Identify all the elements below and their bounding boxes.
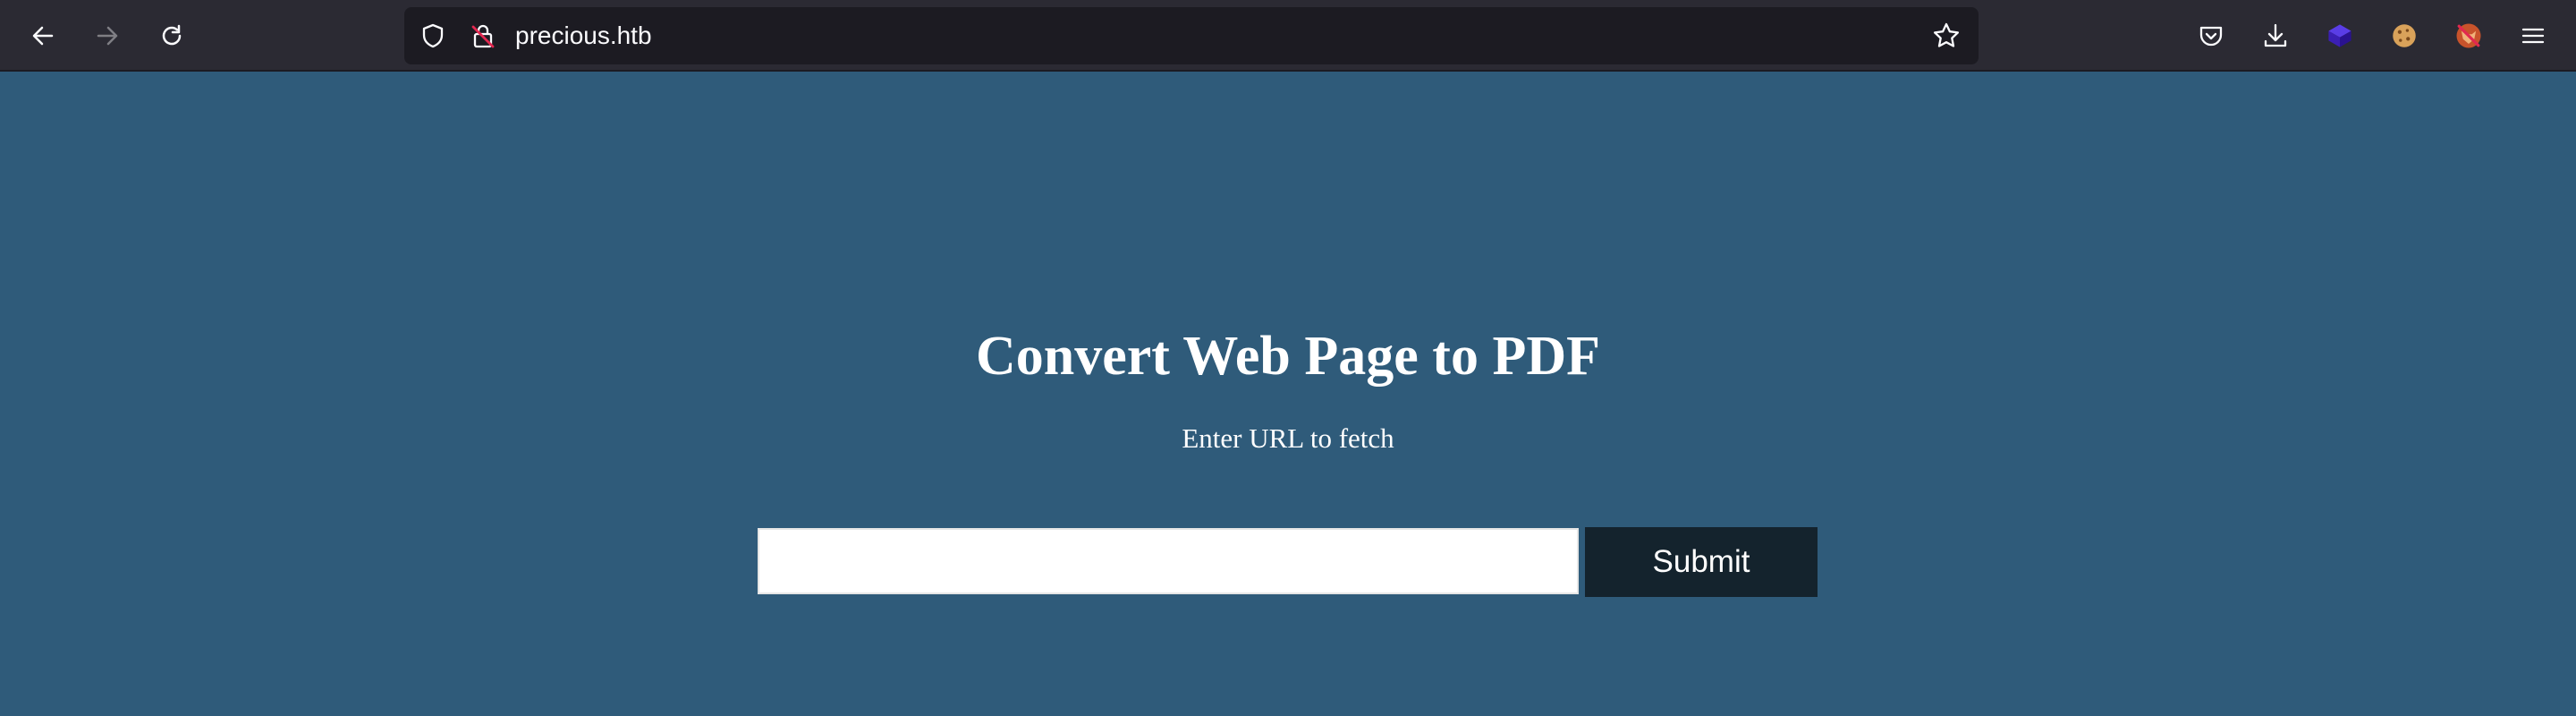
back-button[interactable] — [21, 14, 64, 57]
insecure-lock-icon[interactable] — [467, 20, 499, 52]
purple-cube-extension-icon[interactable] — [2322, 18, 2358, 54]
star-icon[interactable] — [1930, 20, 1962, 52]
page-subtitle: Enter URL to fetch — [1182, 422, 1394, 454]
page-title: Convert Web Page to PDF — [976, 326, 1600, 387]
pocket-icon — [2199, 26, 2223, 47]
fox-extension-icon[interactable] — [2451, 18, 2487, 54]
downloads-button[interactable] — [2254, 14, 2297, 57]
shield-icon[interactable] — [417, 20, 449, 52]
address-bar[interactable]: precious.htb — [404, 7, 1979, 64]
url-input[interactable] — [758, 528, 1579, 594]
url-text[interactable]: precious.htb — [515, 7, 652, 64]
pocket-button[interactable] — [2190, 14, 2233, 57]
page-content: Convert Web Page to PDF Enter URL to fet… — [0, 72, 2576, 716]
forward-arrow-icon — [97, 26, 118, 46]
back-arrow-icon — [32, 26, 54, 46]
forward-button[interactable] — [86, 14, 129, 57]
download-icon — [2264, 23, 2287, 47]
reload-icon — [162, 24, 182, 46]
browser-toolbar: precious.htb — [0, 0, 2576, 72]
submit-button[interactable]: Submit — [1585, 527, 1818, 597]
menu-button[interactable] — [2512, 14, 2555, 57]
hamburger-menu-icon — [2521, 28, 2545, 44]
cookie-extension-icon[interactable] — [2386, 18, 2422, 54]
reload-button[interactable] — [150, 14, 193, 57]
